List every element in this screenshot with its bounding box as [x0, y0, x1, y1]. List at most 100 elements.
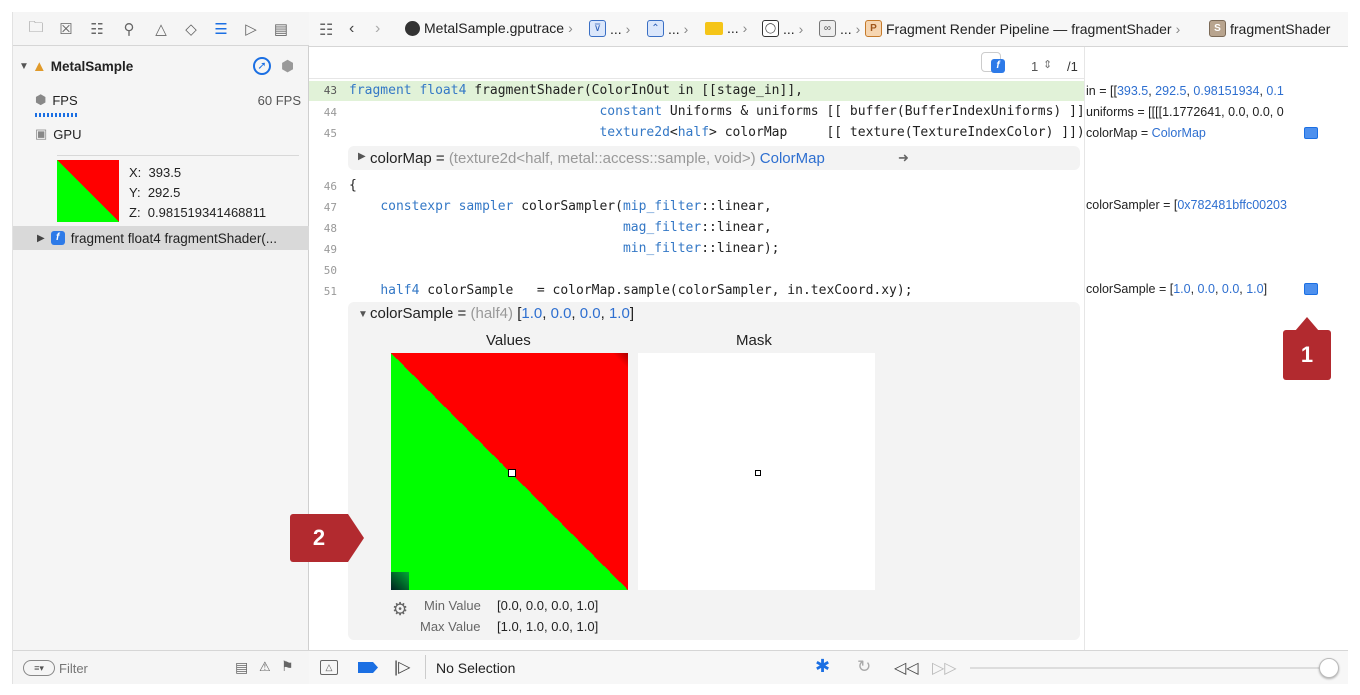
- var-in[interactable]: in = [[393.5, 292.5, 0.98151934, 0.1: [1086, 84, 1284, 98]
- var-colorsampler[interactable]: colorSampler = [0x782481bffc00203: [1086, 198, 1287, 212]
- shield-icon[interactable]: ⬢: [281, 57, 294, 75]
- filter-issues-icon[interactable]: ⚠: [259, 659, 271, 675]
- line-number: 48: [323, 222, 337, 235]
- crumb-trace-label: MetalSample.gputrace: [424, 20, 565, 36]
- disclosure-closed-icon[interactable]: ▶: [37, 233, 45, 244]
- gpu-label: GPU: [53, 126, 82, 142]
- line-number: 51: [323, 285, 337, 298]
- stepper-icon[interactable]: ⇕: [1043, 58, 1052, 71]
- colorsample-value-bubble: ▼ colorSample = (half4) [1.0, 0.0, 0.0, …: [348, 302, 1080, 640]
- z-value: 0.981519341468811: [147, 205, 267, 220]
- function-icon[interactable]: f: [991, 59, 1005, 73]
- folder-icon[interactable]: 🗀: [25, 18, 47, 40]
- var-uniforms[interactable]: uniforms = [[[[1.1772641, 0.0, 0.0, 0: [1086, 105, 1284, 119]
- x-label: X:: [129, 165, 142, 180]
- gpu-row[interactable]: ▣ GPU: [13, 122, 309, 146]
- jump-bar: ☷ ‹ › MetalSample.gputrace › ⊽... › ⌃... ›…: [309, 12, 1348, 47]
- crumb-item-2[interactable]: ⌃... ›: [647, 20, 688, 37]
- crumb-item-4[interactable]: ◯... ›: [762, 20, 803, 37]
- show-result-icon[interactable]: [1304, 283, 1318, 295]
- reload-icon[interactable]: ↻: [857, 657, 871, 677]
- values-image[interactable]: [391, 353, 628, 590]
- tree-root-metalsample[interactable]: ▼ ▲ MetalSample ➚ ⬢: [13, 54, 309, 78]
- search-icon[interactable]: ⚲: [118, 18, 140, 40]
- crumb-item-3[interactable]: ... ›: [705, 20, 747, 36]
- crumb-item-1[interactable]: ⊽... ›: [589, 20, 630, 37]
- report-icon[interactable]: ▤: [270, 18, 292, 40]
- jump-arrow-icon[interactable]: ➜: [898, 150, 909, 166]
- selection-status: No Selection: [436, 660, 516, 676]
- debug-list-icon[interactable]: ☰: [210, 18, 232, 40]
- gear-icon[interactable]: ⚙: [392, 599, 408, 620]
- disclosure-closed-icon[interactable]: ▶: [358, 151, 366, 162]
- code-line-47[interactable]: constexpr sampler colorSampler(mip_filte…: [349, 199, 771, 214]
- encoder-icon: ⌃: [647, 20, 664, 37]
- step-back-icon[interactable]: ◁◁: [894, 658, 919, 678]
- hide-debug-area-icon[interactable]: △: [320, 660, 338, 675]
- mask-label: Mask: [736, 332, 772, 349]
- corner-shading: [612, 353, 628, 369]
- colormap-value-bubble[interactable]: ▶ colorMap = (texture2d<half, metal::acc…: [348, 146, 1080, 170]
- crumb-item-5[interactable]: ∞... ›: [819, 20, 860, 37]
- back-arrow-icon[interactable]: ‹: [349, 20, 354, 38]
- max-value: [1.0, 1.0, 0.0, 1.0]: [497, 619, 599, 634]
- crumb-ellipsis-3: ...: [727, 20, 739, 36]
- show-result-icon[interactable]: [1304, 127, 1318, 139]
- debug-bug-icon[interactable]: ✱: [815, 656, 830, 677]
- var-colormap[interactable]: colorMap = ColorMap: [1086, 126, 1206, 140]
- warning-icon[interactable]: △: [150, 18, 172, 40]
- code-line-43[interactable]: fragment float4 fragmentShader(ColorInOu…: [349, 83, 803, 98]
- crumb-ellipsis-1: ...: [610, 20, 622, 37]
- command-buffer-icon: ⊽: [589, 20, 606, 37]
- link-icon: ∞: [819, 20, 836, 37]
- code-line-46[interactable]: {: [349, 178, 357, 193]
- scrub-slider-thumb[interactable]: [1319, 658, 1339, 678]
- crumb-pipeline[interactable]: P Fragment Render Pipeline — fragmentShad…: [865, 20, 1180, 37]
- symbol-icon[interactable]: ☷: [86, 18, 108, 40]
- mask-image[interactable]: [638, 353, 875, 590]
- code-line-44[interactable]: constant Uniforms & uniforms [[ buffer(B…: [349, 104, 1092, 119]
- var-colorsample[interactable]: colorSample = [1.0, 0.0, 0.0, 1.0]: [1086, 282, 1267, 296]
- continue-icon[interactable]: |▷: [394, 657, 410, 677]
- selected-shader-row[interactable]: ▶ f fragment float4 fragmentShader(...: [13, 226, 309, 250]
- fps-sparkline: [35, 113, 79, 117]
- code-line-45[interactable]: texture2d<half> colorMap [[ texture(Text…: [349, 125, 1084, 140]
- forward-arrow-icon[interactable]: ›: [375, 20, 380, 38]
- code-line-49[interactable]: min_filter::linear);: [349, 241, 780, 256]
- max-value-label: Max Value: [420, 619, 481, 634]
- filter-input[interactable]: [59, 658, 219, 678]
- callout-2-label: 2: [312, 525, 326, 550]
- scrub-track[interactable]: [970, 667, 1325, 669]
- crumb-trace[interactable]: MetalSample.gputrace ›: [405, 20, 573, 36]
- code-line-48[interactable]: mag_filter::linear,: [349, 220, 772, 235]
- disclosure-open-icon[interactable]: ▼: [19, 61, 29, 72]
- pixel-coordinates: X: 393.5 Y: 292.5 Z: 0.981519341468811: [129, 163, 266, 223]
- line-number: 44: [323, 106, 337, 119]
- crumb-shader[interactable]: SfragmentShader: [1209, 20, 1330, 37]
- flag-icon[interactable]: ⚑: [281, 658, 294, 675]
- code-line-51[interactable]: half4 colorSample = colorMap.sample(colo…: [349, 283, 912, 298]
- x-value: 393.5: [148, 165, 182, 180]
- pixel-thumbnail[interactable]: [57, 160, 119, 222]
- breakpoint-icon[interactable]: ▷: [240, 18, 262, 40]
- step-forward-icon[interactable]: ▷▷: [932, 658, 957, 678]
- breakpoints-toggle-icon[interactable]: [358, 662, 378, 673]
- filter-menu-icon[interactable]: ≡▾: [23, 660, 55, 676]
- trace-icon: [405, 20, 420, 36]
- corner-shading: [391, 572, 409, 590]
- test-icon[interactable]: ◇: [180, 18, 202, 40]
- filter-hierarchy-icon[interactable]: ▤: [235, 659, 248, 676]
- related-items-icon[interactable]: ☷: [319, 20, 333, 40]
- source-control-icon[interactable]: ☒: [55, 18, 77, 40]
- pixel-marker: [508, 469, 516, 477]
- disclosure-open-icon[interactable]: ▼: [358, 309, 368, 320]
- y-value: 292.5: [147, 185, 181, 200]
- crumb-ellipsis-2: ...: [668, 20, 680, 37]
- editor-header: f 1 ⇕ /1: [309, 47, 1084, 79]
- line-number: 43: [323, 84, 337, 97]
- draw-call-icon: ◯: [762, 20, 779, 37]
- fps-row[interactable]: ⬢ FPS 60 FPS: [13, 88, 309, 112]
- divider: [57, 155, 299, 156]
- fps-label: FPS: [52, 92, 78, 108]
- gauge-icon[interactable]: ➚: [253, 57, 271, 75]
